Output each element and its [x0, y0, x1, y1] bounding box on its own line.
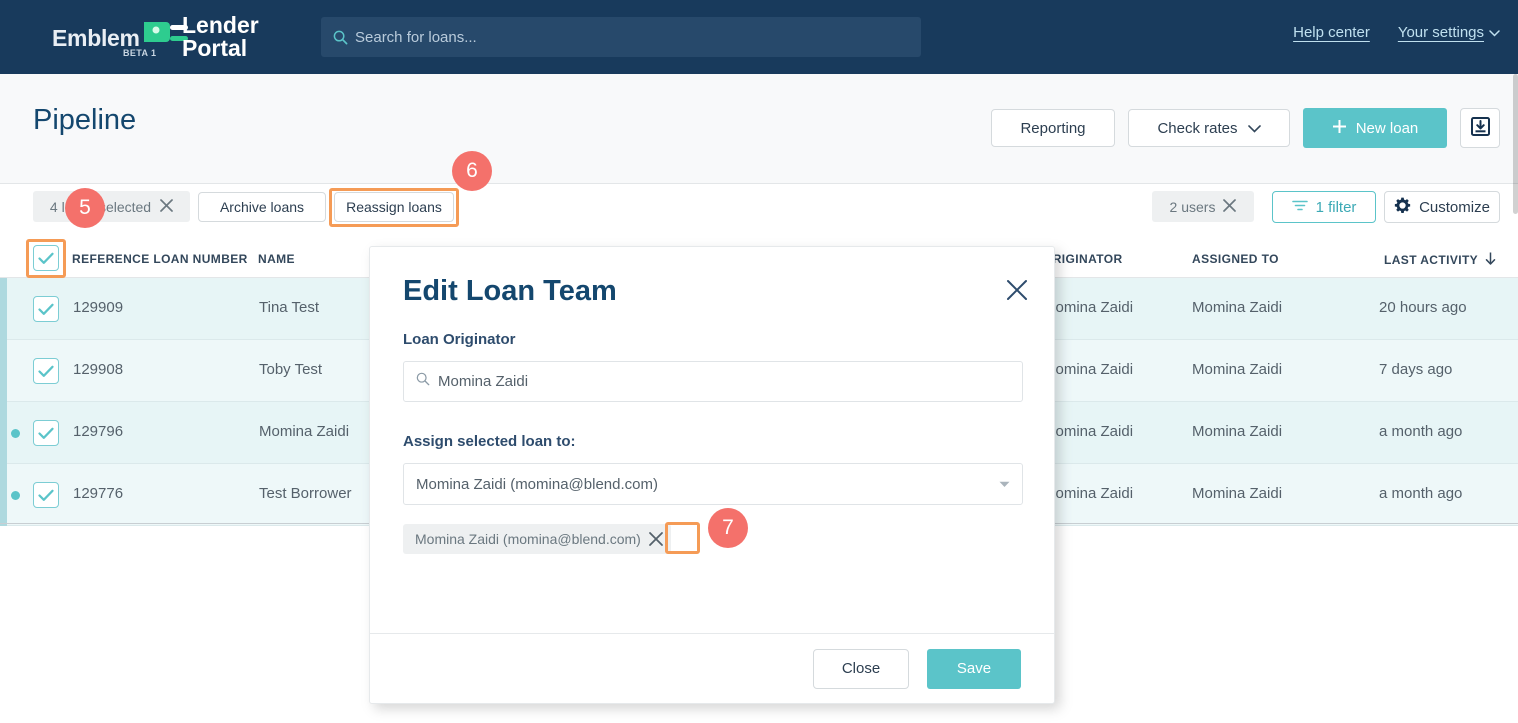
filter-icon: [1291, 199, 1308, 216]
assign-to-select[interactable]: Momina Zaidi (momina@blend.com): [403, 463, 1023, 505]
column-header-assigned-to[interactable]: ASSIGNED TO: [1192, 252, 1279, 266]
check-rates-button[interactable]: Check rates: [1128, 109, 1290, 147]
search-placeholder: Search for loans...: [355, 28, 477, 46]
gear-icon: [1394, 197, 1411, 218]
cell-last-activity: a month ago: [1379, 423, 1463, 440]
plus-icon: [1332, 119, 1347, 138]
cell-name: Test Borrower: [259, 485, 352, 502]
annotation-badge-7: 7: [708, 508, 748, 548]
select-all-checkbox[interactable]: [33, 245, 59, 271]
unread-dot-icon: [11, 491, 20, 500]
app-root: Emblem BETA 1 Lender Portal Search for l…: [0, 0, 1518, 723]
assign-to-value: Momina Zaidi (momina@blend.com): [416, 475, 658, 493]
loan-originator-label: Loan Originator: [403, 331, 516, 348]
archive-loans-button[interactable]: Archive loans: [198, 192, 326, 222]
search-icon: [333, 30, 348, 45]
cell-name: Toby Test: [259, 361, 323, 378]
modal-close-button[interactable]: [1004, 277, 1030, 303]
row-left-bar: [0, 464, 7, 526]
nav-links: Help center Your settings: [1293, 24, 1500, 41]
assigned-user-chip: Momina Zaidi (momina@blend.com): [403, 524, 671, 554]
cell-last-activity: 7 days ago: [1379, 361, 1453, 378]
annotation-badge-5: 5: [65, 188, 105, 228]
assign-to-label: Assign selected loan to:: [403, 433, 576, 450]
app-logo[interactable]: Emblem BETA 1 Lender Portal: [52, 11, 302, 63]
cell-assigned-to: Momina Zaidi: [1192, 299, 1283, 316]
customize-label: Customize: [1419, 198, 1490, 216]
column-header-reference[interactable]: REFERENCE LOAN NUMBER: [72, 252, 248, 266]
users-filter-pill: 2 users: [1152, 191, 1254, 222]
logo-lender-text: Lender: [182, 12, 259, 38]
row-checkbox[interactable]: [33, 358, 59, 384]
your-settings-label: Your settings: [1397, 24, 1484, 41]
row-left-bar: [0, 340, 7, 402]
help-center-label: Help center: [1293, 24, 1370, 41]
column-header-name[interactable]: NAME: [258, 252, 295, 266]
caret-down-icon: [999, 475, 1010, 493]
top-navigation-bar: Emblem BETA 1 Lender Portal Search for l…: [0, 0, 1518, 74]
cell-reference: 129908: [73, 361, 124, 378]
modal-body: Edit Loan Team Loan Originator Momina Za…: [370, 247, 1054, 635]
assigned-user-chip-label: Momina Zaidi (momina@blend.com): [415, 531, 641, 547]
vertical-scrollbar-thumb[interactable]: [1513, 74, 1518, 214]
cell-last-activity: 20 hours ago: [1379, 299, 1467, 316]
new-loan-button[interactable]: New loan: [1303, 108, 1447, 148]
search-input[interactable]: Search for loans...: [321, 17, 921, 57]
export-button[interactable]: [1460, 108, 1500, 148]
header-actions: Reporting Check rates New loan: [991, 108, 1500, 148]
column-header-last-activity[interactable]: LAST ACTIVITY: [1384, 252, 1496, 268]
reassign-loans-button[interactable]: Reassign loans: [334, 192, 454, 222]
cell-reference: 129909: [73, 299, 124, 316]
column-header-last-activity-label: LAST ACTIVITY: [1384, 253, 1479, 267]
cell-assigned-to: Momina Zaidi: [1192, 423, 1283, 440]
row-checkbox[interactable]: [33, 296, 59, 322]
chip-remove-button[interactable]: [641, 524, 671, 554]
filter-label: 1 filter: [1315, 198, 1357, 216]
chevron-down-icon: [1489, 24, 1500, 41]
row-checkbox[interactable]: [33, 482, 59, 508]
modal-title: Edit Loan Team: [403, 275, 617, 307]
help-center-link[interactable]: Help center: [1293, 24, 1370, 41]
row-checkbox[interactable]: [33, 420, 59, 446]
search-icon: [416, 372, 430, 391]
modal-close-text-button[interactable]: Close: [813, 648, 909, 689]
cell-name: Momina Zaidi: [259, 423, 350, 440]
cell-name: Tina Test: [259, 299, 320, 316]
modal-save-button[interactable]: Save: [927, 648, 1021, 689]
close-icon[interactable]: [1223, 198, 1237, 215]
reporting-button[interactable]: Reporting: [991, 109, 1115, 147]
modal-footer: Close Save: [370, 633, 1054, 703]
close-icon[interactable]: [160, 198, 173, 215]
row-left-bar: [0, 278, 7, 340]
annotation-badge-6: 6: [452, 151, 492, 191]
filter-button[interactable]: 1 filter: [1272, 191, 1376, 223]
edit-loan-team-modal: Edit Loan Team Loan Originator Momina Za…: [369, 246, 1055, 704]
check-rates-label: Check rates: [1157, 119, 1238, 137]
your-settings-link[interactable]: Your settings: [1398, 24, 1500, 41]
selected-count-pill: 4 loans selected: [33, 191, 190, 222]
page-title: Pipeline: [33, 104, 137, 136]
download-box-icon: [1470, 116, 1490, 140]
new-loan-label: New loan: [1355, 119, 1419, 137]
users-filter-label: 2 users: [1169, 198, 1216, 215]
logo-portal-text: Portal: [182, 35, 248, 61]
unread-dot-icon: [11, 429, 20, 438]
loan-originator-value: Momina Zaidi: [438, 373, 529, 390]
loan-originator-input[interactable]: Momina Zaidi: [403, 361, 1023, 402]
cell-assigned-to: Momina Zaidi: [1192, 361, 1283, 378]
arrow-down-icon: [1485, 252, 1496, 268]
cell-last-activity: a month ago: [1379, 485, 1463, 502]
page-header: Pipeline Reporting Check rates New loan: [0, 74, 1518, 184]
cell-reference: 129796: [73, 423, 124, 440]
customize-button[interactable]: Customize: [1384, 191, 1500, 223]
cell-assigned-to: Momina Zaidi: [1192, 485, 1283, 502]
row-left-bar: [0, 402, 7, 464]
chevron-down-icon: [1247, 120, 1261, 137]
logo-emblem-text: Emblem: [52, 25, 140, 51]
cell-reference: 129776: [73, 485, 124, 502]
